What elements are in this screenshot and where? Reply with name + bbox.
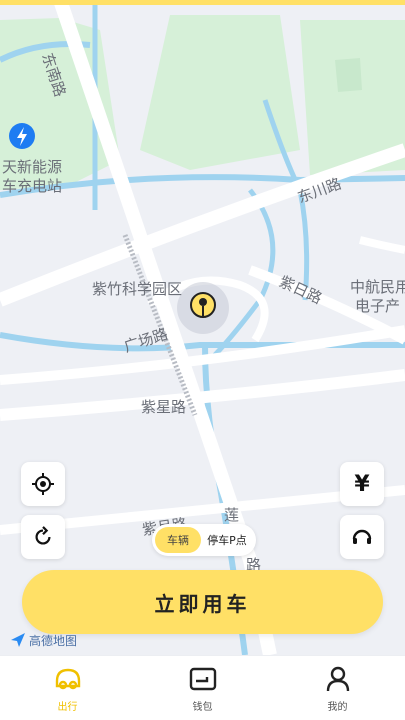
poi-label: 紫竹科学园区 (92, 280, 182, 298)
tab-wallet[interactable]: 钱包 (135, 656, 270, 720)
customer-service-button[interactable] (340, 515, 384, 559)
green-area (335, 58, 362, 92)
tab-label: 钱包 (192, 702, 213, 713)
refresh-button[interactable] (21, 515, 65, 559)
road-label: 紫星路 (141, 398, 186, 416)
headset-icon (352, 529, 372, 544)
yuan-icon: ¥ (354, 471, 370, 497)
tab-label: 我的 (327, 702, 348, 713)
charging-label-line2: 车充电站 (2, 177, 62, 195)
ride-now-button[interactable]: 立即用车 (22, 570, 383, 634)
map-provider-name: 高德地图 (29, 633, 78, 648)
tab-profile[interactable]: 我的 (270, 656, 405, 720)
map-provider-logo: 高德地图 (10, 630, 77, 650)
poi-label: 天新能源 车充电站 (2, 158, 67, 195)
mode-toggle[interactable]: 车辆 停车P点 (152, 524, 256, 556)
road-label: 莲 (224, 506, 239, 524)
mode-parking-option[interactable]: 停车P点 (201, 527, 253, 553)
crosshair-icon (32, 473, 54, 495)
refresh-icon (35, 526, 51, 545)
locate-button[interactable] (21, 462, 65, 506)
top-accent-bar (0, 0, 405, 5)
amap-logo-icon (11, 633, 25, 647)
company-label-line1: 中航民用 (350, 278, 405, 296)
wallet-icon (188, 664, 218, 694)
tab-label: 出行 (57, 702, 78, 713)
poi-label: 中航民用 电子产 (350, 278, 405, 315)
tab-travel[interactable]: 出行 (0, 656, 135, 720)
charging-label-line1: 天新能源 (2, 158, 62, 176)
company-label-line2: 电子产 (355, 297, 400, 315)
app-screen: 东南路 天新能源 车充电站 东川路 紫竹科学园区 广场路 紫日路 中航民用 电子… (0, 0, 405, 720)
user-icon (323, 664, 353, 694)
mode-vehicle-option[interactable]: 车辆 (155, 527, 201, 553)
car-face-icon (53, 664, 83, 694)
fare-button[interactable]: ¥ (340, 462, 384, 506)
bottom-tab-bar: 出行 钱包 我的 (0, 655, 405, 720)
